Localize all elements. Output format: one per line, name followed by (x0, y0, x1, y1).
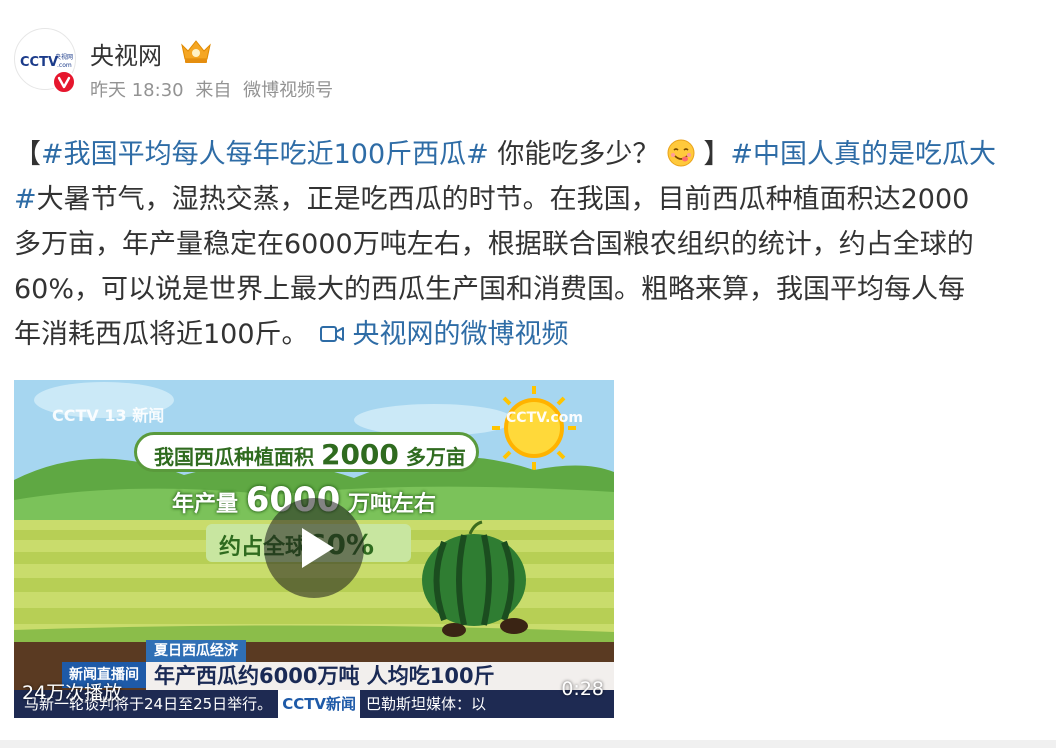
video-link-icon (319, 314, 345, 342)
play-icon (302, 528, 334, 568)
stat-output-label: 年产量 (172, 492, 239, 517)
video-duration: 0:28 (561, 678, 604, 700)
cctv-com-watermark: CCTV.com (506, 410, 583, 426)
stat-area-number: 2000 (320, 438, 399, 471)
text-line-3: 多万亩，年产量稳定在6000万吨左右，根据联合国粮农组织的统计，约占全球的 (14, 229, 974, 260)
stat-area-label: 我国西瓜种植面积 (154, 445, 314, 469)
text-line-5: 年消耗西瓜将近100斤。 央视网的微博视频 (14, 312, 1056, 357)
member-crown-icon[interactable] (178, 37, 214, 69)
video-link[interactable]: 央视网的微博视频 (353, 319, 569, 350)
ticker-text-b: 巴勒斯坦媒体：以 (366, 695, 487, 713)
topic-tag-dashu[interactable]: # (14, 184, 37, 215)
svg-text:CCTV: CCTV (20, 55, 58, 70)
verified-badge-icon (52, 70, 76, 94)
topic-tag-eat-melon[interactable]: #中国人真的是吃瓜大 (730, 139, 996, 170)
play-count: 24万次播放 (22, 682, 123, 704)
text-line-2: #大暑节气，湿热交蒸，正是吃西瓜的时节。在我国，目前西瓜种植面积达2000 (14, 177, 1056, 222)
topic-tag-watermelon[interactable]: #我国平均每人每年吃近100斤西瓜# (41, 139, 489, 170)
card-bottom-divider (0, 740, 1056, 748)
bracket-open: 【 (14, 139, 41, 170)
post-text: 【#我国平均每人每年吃近100斤西瓜# 你能吃多少？ 】#中国人真的是吃瓜大 #大… (14, 132, 1056, 357)
bracket-close: 】 (703, 139, 731, 170)
post-meta: 昨天 18:30 来自 微博视频号 (90, 76, 339, 102)
author-name[interactable]: 央视网 (90, 36, 162, 71)
news-category-label: 夏日西瓜经济 (146, 640, 246, 662)
stat-output-unit: 万吨左右 (348, 492, 437, 517)
stat-area-unit: 多万亩 (405, 445, 466, 469)
ticker-logo: CCTV新闻 (278, 690, 361, 718)
text-line-1: 【#我国平均每人每年吃近100斤西瓜# 你能吃多少？ 】#中国人真的是吃瓜大 (14, 132, 1056, 177)
text-line-4: 60%，可以说是世界上最大的西瓜生产国和消费国。粗略来算，我国平均每人每 (14, 274, 966, 305)
stat-area-text: 我国西瓜种植面积 2000 多万亩 (154, 438, 466, 471)
weibo-post-card: CCTV 央视网 .com 央视网 昨天 18:30 来自 微博视频号 【#我国… (0, 0, 1056, 748)
news-headline: 年产西瓜约6000万吨 人均吃100斤 (146, 662, 614, 690)
cctv13-watermark: CCTV 13 新闻 (52, 406, 165, 425)
source-prefix: 来自 (195, 80, 232, 101)
video-player-thumbnail[interactable]: CCTV 13 新闻 CCTV.com 我国西瓜种植面积 2000 多万亩 年产… (14, 380, 614, 718)
post-source[interactable]: 微博视频号 (243, 80, 333, 101)
text-line-2-content: 大暑节气，湿热交蒸，正是吃西瓜的时节。在我国，目前西瓜种植面积达2000 (36, 184, 970, 215)
text-line-5-content: 年消耗西瓜将近100斤。 (14, 319, 309, 350)
post-time[interactable]: 昨天 18:30 (90, 80, 184, 101)
play-button[interactable] (264, 498, 364, 598)
question-text: 你能吃多少？ (488, 139, 660, 170)
yummy-face-emoji-icon (667, 136, 695, 167)
svg-text:央视网: 央视网 (55, 53, 73, 61)
svg-text:.com: .com (57, 62, 72, 69)
